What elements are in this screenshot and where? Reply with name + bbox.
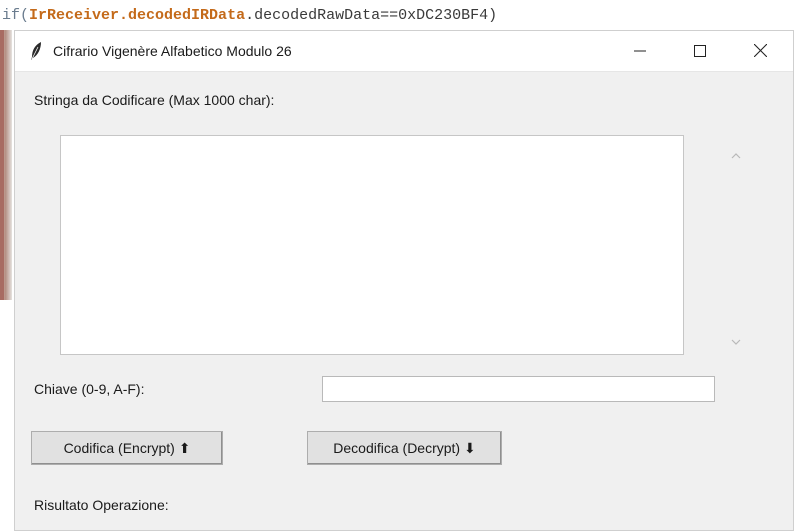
result-label: Risultato Operazione: <box>34 497 169 513</box>
code-dot: . <box>119 7 129 24</box>
minimize-icon <box>634 42 646 61</box>
maximize-icon <box>694 42 706 61</box>
close-button[interactable] <box>731 31 789 71</box>
window-title: Cifrario Vigenère Alfabetico Modulo 26 <box>53 43 292 59</box>
close-icon <box>753 42 767 61</box>
code-rest: .decodedRawData==0xDC230BF4) <box>245 7 498 24</box>
background-code-line: if(IrReceiver.decodedIRData.decodedRawDa… <box>0 2 794 30</box>
decrypt-button[interactable]: Decodifica (Decrypt) ⬇ <box>307 431 502 465</box>
code-decoded-ir-data: decodedIRData <box>128 7 246 24</box>
input-textarea[interactable] <box>60 135 684 355</box>
scroll-down-icon[interactable] <box>730 331 742 350</box>
textarea-scrollbar[interactable] <box>727 135 749 355</box>
key-input[interactable] <box>322 376 715 402</box>
code-ir-receiver: IrReceiver <box>29 7 120 24</box>
input-label: Stringa da Codificare (Max 1000 char): <box>34 92 275 108</box>
code-if: if( <box>2 7 30 24</box>
maximize-button[interactable] <box>671 31 729 71</box>
scroll-up-icon[interactable] <box>730 145 742 164</box>
background-strip-edge <box>0 30 4 300</box>
encrypt-button[interactable]: Codifica (Encrypt) ⬆ <box>31 431 223 465</box>
minimize-button[interactable] <box>611 31 669 71</box>
app-window: Cifrario Vigenère Alfabetico Modulo 26 S… <box>14 30 794 531</box>
key-label: Chiave (0-9, A-F): <box>34 381 145 397</box>
feather-icon <box>29 41 43 61</box>
title-bar[interactable]: Cifrario Vigenère Alfabetico Modulo 26 <box>15 31 793 72</box>
